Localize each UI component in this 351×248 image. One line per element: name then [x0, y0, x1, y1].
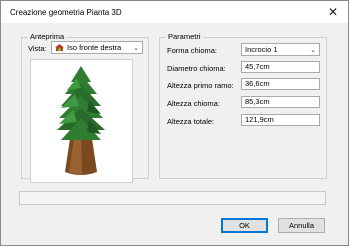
crown-diameter-label: Diametro chioma: [167, 64, 226, 73]
crown-shape-value: Incrocio 1 [245, 45, 278, 54]
chevron-down-icon: ⌄ [310, 46, 316, 54]
crown-shape-label: Forma chioma: [167, 46, 218, 55]
house-icon [55, 43, 64, 51]
first-branch-height-label: Altezza primo ramo: [167, 81, 234, 90]
view-select-value: Iso fronte destra [67, 43, 122, 52]
preview-canvas[interactable] [30, 59, 133, 183]
progress-bar [19, 191, 326, 205]
preview-group-label: Anteprima [28, 32, 67, 41]
view-select[interactable]: Iso fronte destra ⌄ [51, 41, 143, 54]
total-height-label: Altezza totale: [167, 117, 215, 126]
first-branch-height-field[interactable]: 36,6cm [241, 78, 320, 90]
ok-button[interactable]: OK [221, 218, 268, 233]
crown-height-label: Altezza chioma: [167, 99, 220, 108]
close-button[interactable]: ✕ [318, 1, 348, 23]
dialog-window: Creazione geometria Pianta 3D ✕ Anteprim… [0, 0, 349, 246]
title-bar[interactable]: Creazione geometria Pianta 3D ✕ [1, 1, 348, 23]
crown-shape-select[interactable]: Incrocio 1 ⌄ [241, 43, 320, 56]
chevron-down-icon: ⌄ [133, 44, 139, 52]
params-group-label: Parametri [166, 32, 203, 41]
crown-diameter-field[interactable]: 45,7cm [241, 61, 320, 73]
cancel-button[interactable]: Annulla [278, 218, 325, 233]
view-label: Vista: [28, 44, 47, 53]
window-title: Creazione geometria Pianta 3D [10, 8, 122, 17]
close-icon: ✕ [327, 5, 339, 19]
cancel-button-label: Annulla [288, 221, 315, 230]
ok-button-label: OK [239, 221, 250, 230]
params-group: Parametri [159, 32, 327, 179]
tree-preview-image [57, 66, 105, 175]
total-height-field[interactable]: 121,9cm [241, 114, 320, 126]
crown-height-field[interactable]: 85,3cm [241, 96, 320, 108]
tree-foliage [57, 66, 105, 140]
